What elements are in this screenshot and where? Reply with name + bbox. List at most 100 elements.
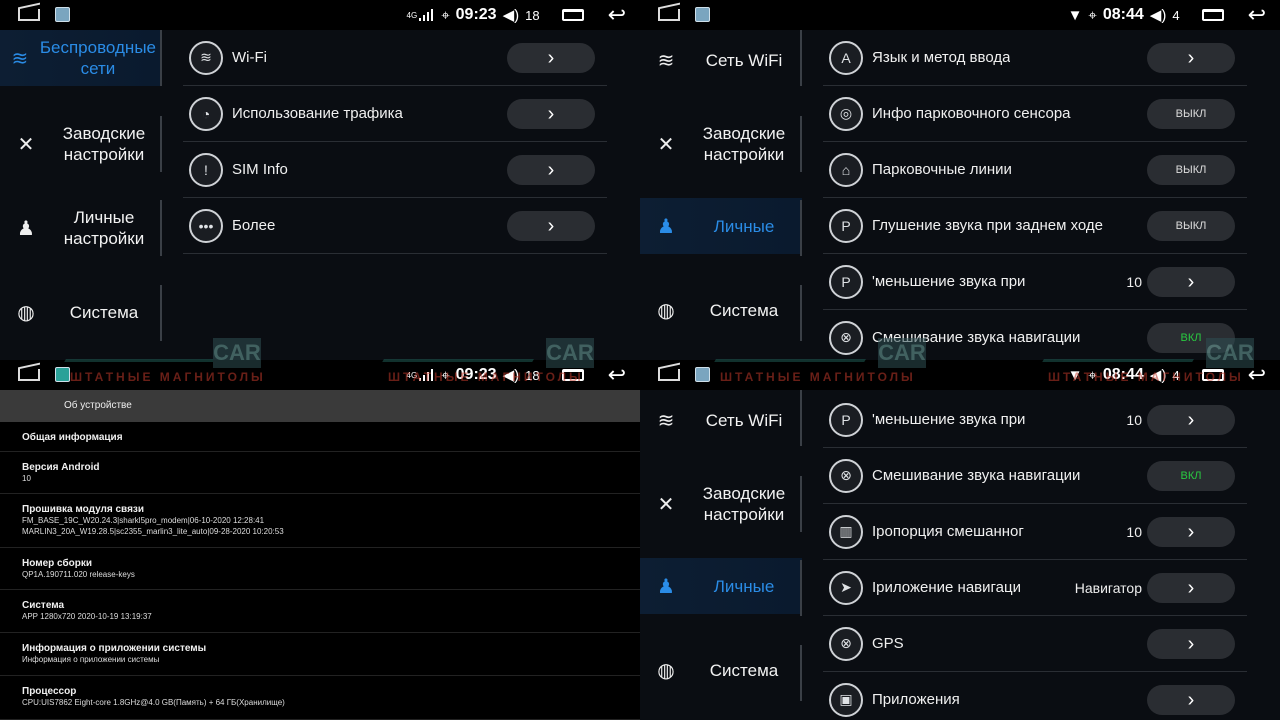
about-section-app-info[interactable]: Информация о приложении системы Информац…	[0, 633, 640, 676]
list-item-sim-info[interactable]: ! SIM Info ›	[183, 142, 607, 198]
back-icon[interactable]: ↩	[1248, 4, 1266, 26]
list-item-wifi[interactable]: ≋ Wi-Fi ›	[183, 30, 607, 86]
section-value: CPU:UIS7862 Eight-core 1.8GHz@4.0 GB(Пам…	[22, 698, 285, 707]
row-label: Iропорция смешанног	[872, 523, 1024, 540]
toggle-button[interactable]: ВКЛ	[1147, 461, 1235, 491]
settings-app-icon[interactable]	[55, 367, 70, 382]
watermark: CAR ШТАТНЫЕ МАГНИТОЛЫ	[1042, 338, 1258, 384]
sidebar-item-wifi[interactable]: ≋ Сеть WiFi	[640, 392, 802, 448]
list-item-volume-reduce[interactable]: P 'меньшение звука при 10 ›	[823, 392, 1247, 448]
chevron-right-icon[interactable]: ›	[1147, 573, 1235, 603]
list-item-parking-lines[interactable]: ⌂ Парковочные линии ВЫКЛ	[823, 142, 1247, 198]
sidebar-item-personal[interactable]: ♟ Личные	[640, 198, 802, 254]
app-icon[interactable]	[55, 7, 70, 22]
list-item-volume-reduce[interactable]: P 'меньшение звука при 10 ›	[823, 254, 1247, 310]
divider	[160, 200, 162, 256]
list-item-more[interactable]: ••• Более ›	[183, 198, 607, 254]
chevron-right-icon[interactable]: ›	[507, 43, 595, 73]
back-icon[interactable]: ↩	[608, 4, 626, 26]
row-label: Глушение звука при заднем ходе	[872, 217, 1104, 234]
satellite-icon: ⊗	[829, 626, 863, 661]
section-title: Прошивка модуля связи	[22, 504, 145, 515]
home-icon[interactable]	[18, 369, 40, 381]
chevron-right-icon[interactable]: ›	[507, 155, 595, 185]
sidebar-item-wireless[interactable]: ≋ Беспроводные сети	[0, 30, 162, 86]
person-icon: ♟	[657, 575, 675, 598]
signal-icon	[419, 9, 435, 21]
list-item-reverse-mute[interactable]: P Глушение звука при заднем ходе ВЫКЛ	[823, 198, 1247, 254]
list-item-data-usage[interactable]: ◔ Использование трафика ›	[183, 86, 607, 142]
page-title: Об устройстве	[64, 400, 132, 411]
app-icon[interactable]	[695, 7, 710, 22]
person-icon: ♟	[657, 215, 675, 238]
section-title: Процессор	[22, 686, 77, 697]
chevron-right-icon[interactable]: ›	[1147, 685, 1235, 715]
home-icon[interactable]	[18, 9, 40, 21]
about-section-general[interactable]: Общая информация	[0, 422, 640, 452]
wifi-icon: ▼	[1067, 6, 1083, 24]
sidebar-item-label: Система	[709, 660, 779, 680]
chevron-right-icon[interactable]: ›	[507, 99, 595, 129]
watermark: CAR ШТАТНЫЕ МАГНИТОЛЫ	[382, 338, 598, 384]
chevron-right-icon[interactable]: ›	[1147, 517, 1235, 547]
list-item-apps[interactable]: ▣ Приложения ›	[823, 672, 1247, 720]
sidebar-item-label: Заводские настройки	[62, 124, 146, 164]
section-value: FM_BASE_19C_W20.24.3|sharkl5pro_modem|06…	[22, 516, 265, 525]
chevron-right-icon[interactable]: ›	[1147, 267, 1235, 297]
home-icon[interactable]	[658, 9, 680, 21]
recent-apps-icon[interactable]	[1201, 9, 1224, 21]
section-value: APP 1280x720 2020-10-19 13:19:37	[22, 612, 152, 621]
sidebar-item-system[interactable]: ◍ Система	[640, 292, 802, 328]
row-value: 10	[1126, 411, 1142, 428]
sidebar-item-system[interactable]: ◍ Система	[640, 652, 802, 688]
wireless-settings-screen: 4G ⌖ 09:23 ◀) 18 ↩ ≋ Беспроводные сети ✕…	[0, 0, 640, 360]
back-icon[interactable]: ↩	[608, 364, 626, 386]
watermark-text: ШТАТНЫЕ МАГНИТОЛЫ	[388, 370, 584, 384]
app-icon[interactable]	[695, 367, 710, 382]
divider	[800, 560, 802, 616]
chevron-right-icon[interactable]: ›	[1147, 629, 1235, 659]
radar-icon: ◎	[829, 96, 863, 131]
wifi-icon: ≋	[11, 47, 29, 70]
sidebar-item-factory[interactable]: ✕ Заводские настройки	[0, 116, 162, 172]
navigation-icon: ➤	[829, 570, 863, 605]
sidebar-item-personal[interactable]: ♟ Личные настройки	[0, 200, 162, 256]
sidebar-item-system[interactable]: ◍ Система	[0, 294, 162, 330]
sidebar-item-factory[interactable]: ✕ Заводские настройки	[640, 116, 802, 172]
row-label: Iриложение навигаци	[872, 579, 1021, 596]
globe-icon: ◍	[657, 299, 675, 322]
parking-lines-icon: ⌂	[829, 152, 863, 187]
watermark-graphic	[714, 342, 876, 362]
divider	[800, 116, 802, 172]
toggle-button[interactable]: ВЫКЛ	[1147, 99, 1235, 129]
home-icon[interactable]	[658, 369, 680, 381]
list-item-gps[interactable]: ⊗ GPS ›	[823, 616, 1247, 672]
list-item-mix-ratio[interactable]: ▥ Iропорция смешанног 10 ›	[823, 504, 1247, 560]
chevron-right-icon[interactable]: ›	[507, 211, 595, 241]
list-item-parking-sensor[interactable]: ◎ Инфо парковочного сенсора ВЫКЛ	[823, 86, 1247, 142]
chevron-right-icon[interactable]: ›	[1147, 43, 1235, 73]
about-section-cpu[interactable]: Процессор CPU:UIS7862 Eight-core 1.8GHz@…	[0, 676, 640, 720]
watermark-graphic	[64, 342, 226, 362]
chevron-right-icon[interactable]: ›	[1147, 405, 1235, 435]
about-section-android[interactable]: Версия Android 10	[0, 452, 640, 494]
list-item-language[interactable]: A Язык и метод ввода ›	[823, 30, 1247, 86]
data-usage-icon: ◔	[189, 96, 223, 131]
list-item-nav-mix[interactable]: ⊗ Смешивание звука навигации ВКЛ	[823, 448, 1247, 504]
volume-icon[interactable]: ◀)	[1150, 6, 1167, 24]
recent-apps-icon[interactable]	[561, 9, 584, 21]
sidebar-item-personal[interactable]: ♟ Личные	[640, 558, 802, 614]
toggle-button[interactable]: ВЫКЛ	[1147, 211, 1235, 241]
sidebar-item-factory[interactable]: ✕ Заводские настройки	[640, 476, 802, 532]
watermark: CAR ШТАТНЫЕ МАГНИТОЛЫ	[714, 338, 930, 384]
list-item-nav-app[interactable]: ➤ Iриложение навигаци Навигатор ›	[823, 560, 1247, 616]
sidebar-item-wifi[interactable]: ≋ Сеть WiFi	[640, 32, 802, 88]
volume-level: 18	[525, 7, 540, 23]
row-label: GPS	[872, 635, 904, 652]
about-section-baseband[interactable]: Прошивка модуля связи FM_BASE_19C_W20.24…	[0, 494, 640, 548]
volume-icon[interactable]: ◀)	[503, 6, 520, 24]
about-section-system[interactable]: Система APP 1280x720 2020-10-19 13:19:37	[0, 590, 640, 633]
about-section-build[interactable]: Номер сборки QP1A.190711.020 release-key…	[0, 548, 640, 590]
toggle-button[interactable]: ВЫКЛ	[1147, 155, 1235, 185]
section-value: 10	[22, 474, 31, 483]
